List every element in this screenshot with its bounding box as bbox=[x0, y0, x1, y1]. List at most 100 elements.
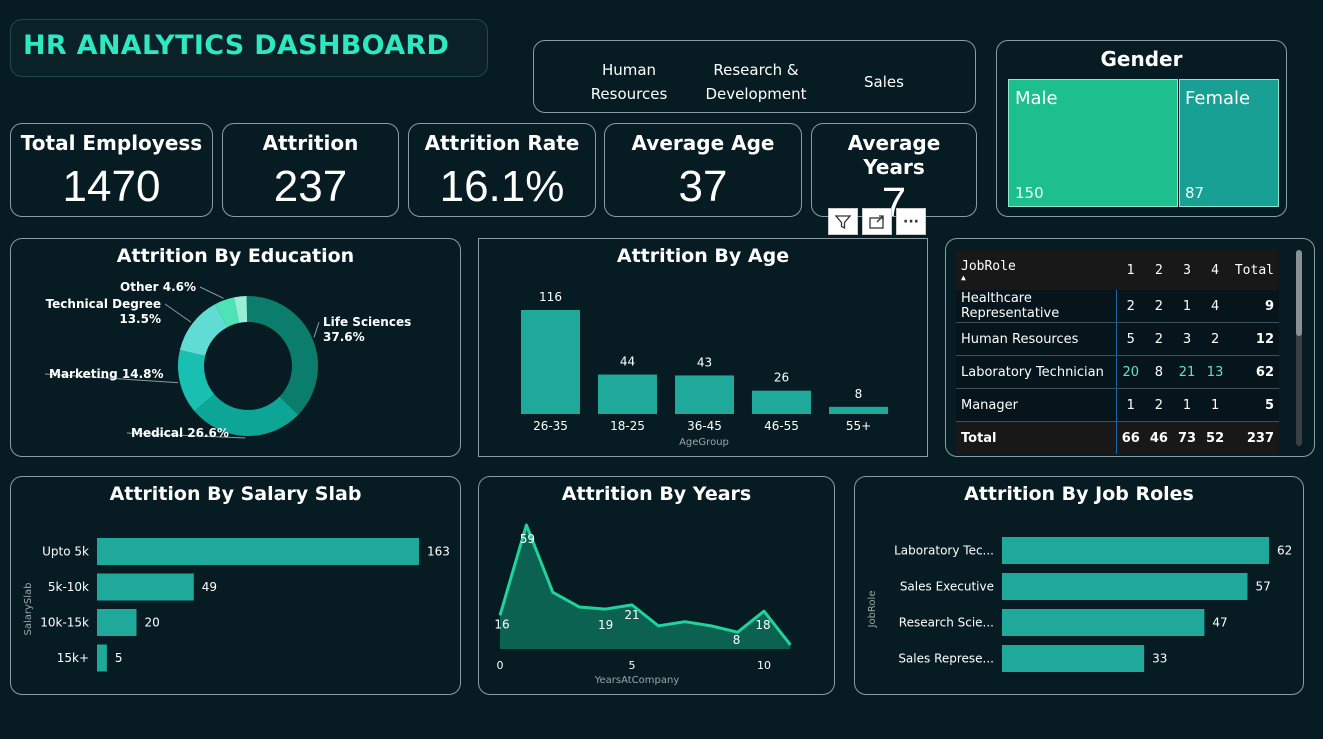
age-bar bbox=[829, 406, 888, 414]
matrix-cell: 2 bbox=[1144, 322, 1173, 356]
jobrole-category-label: Sales Executive bbox=[900, 580, 994, 594]
slicer-item-sales[interactable]: Sales bbox=[844, 70, 924, 94]
gender-male-label: Male bbox=[1015, 88, 1058, 109]
age-x-axis-label: AgeGroup bbox=[679, 437, 729, 448]
slicer-item-line: Resources bbox=[590, 85, 668, 103]
matrix-row-total: 5 bbox=[1229, 388, 1279, 422]
gender-card: Gender Male 150 Female 87 bbox=[996, 40, 1287, 217]
matrix-cell: 1 bbox=[1172, 388, 1202, 422]
matrix-total-label: Total bbox=[956, 421, 1117, 454]
matrix-cell: 1 bbox=[1116, 388, 1145, 422]
slicer-item-line: Development bbox=[705, 85, 807, 103]
donut-label: Marketing 14.8% bbox=[49, 367, 164, 381]
salary-bar-data-label: 20 bbox=[145, 616, 160, 630]
matrix-row-label: Manager bbox=[956, 388, 1117, 422]
years-x-tick-label: 10 bbox=[757, 659, 771, 672]
matrix-header-col[interactable]: 2 bbox=[1144, 250, 1173, 290]
age-x-tick-label: 18-25 bbox=[610, 419, 645, 433]
matrix-header-col[interactable]: 1 bbox=[1116, 250, 1145, 290]
age-bar bbox=[752, 390, 811, 414]
matrix-scrollbar-thumb[interactable] bbox=[1296, 250, 1302, 336]
years-area-chart: 16 59 19 21 8 18 0 5 10 YearsAtCompany bbox=[494, 523, 792, 686]
age-bar bbox=[521, 310, 580, 414]
matrix-total-cell: 46 bbox=[1144, 421, 1173, 454]
age-x-tick-label: 26-35 bbox=[533, 419, 568, 433]
slicer-item-research-development[interactable]: Research & Development bbox=[696, 58, 816, 106]
jobrole-category-label: Laboratory Tec... bbox=[894, 544, 994, 558]
jobrole-category-label: Sales Represe... bbox=[898, 652, 994, 666]
jobrole-bar-data-label: 47 bbox=[1212, 616, 1227, 630]
matrix-header-col[interactable]: 3 bbox=[1172, 250, 1202, 290]
matrix-cell: 21 bbox=[1172, 355, 1202, 389]
gender-male-value: 150 bbox=[1015, 184, 1044, 202]
jobrole-matrix: JobRole ▲ 1 2 3 4 Total Healthcare Repres… bbox=[956, 250, 1279, 454]
slicer-item-line: Human bbox=[601, 61, 657, 79]
salary-category-label: 10k-15k bbox=[40, 616, 89, 630]
years-point-label: 19 bbox=[598, 618, 613, 632]
salary-category-label: 15k+ bbox=[57, 651, 89, 665]
donut-leader-line bbox=[164, 303, 192, 323]
salary-bar bbox=[97, 538, 419, 565]
matrix-row: Manager 1 2 1 1 5 bbox=[956, 388, 1279, 422]
salary-bar-data-label: 5 bbox=[115, 651, 123, 665]
matrix-cell: 1 bbox=[1201, 388, 1230, 422]
gender-male-tile[interactable]: Male 150 bbox=[1008, 79, 1178, 207]
attrition-by-age-card: Attrition By Age 116 26-35 44 18-25 43 36-45 2… bbox=[478, 238, 928, 457]
attrition-by-years-card: Attrition By Years 16 59 19 21 8 18 0 5 10 YearsA… bbox=[478, 476, 835, 695]
donut-leader-line bbox=[313, 321, 320, 338]
attrition-by-salary-card: Attrition By Salary Slab Upto 5k 163 5k-10… bbox=[10, 476, 461, 695]
matrix-total-row: Total 66 46 73 52 237 bbox=[956, 421, 1279, 454]
matrix-row-label: Healthcare Representative bbox=[956, 290, 1117, 323]
salary-category-label: 5k-10k bbox=[48, 580, 89, 594]
salary-bar bbox=[97, 644, 107, 672]
education-donut-chart: Life Sciences37.6% Medical 26.6% Marketing… bbox=[44, 280, 411, 440]
age-bar bbox=[675, 375, 734, 414]
matrix-header-jobrole[interactable]: JobRole ▲ bbox=[956, 250, 1117, 290]
years-x-tick-label: 5 bbox=[629, 659, 636, 672]
age-bar-chart: 116 26-35 44 18-25 43 36-45 26 46-55 8 55+ AgeGrou… bbox=[521, 290, 888, 448]
kpi-value: 237 bbox=[273, 162, 348, 211]
salary-y-axis-label: SalarySlab bbox=[23, 582, 34, 635]
age-bar-data-label: 26 bbox=[774, 371, 789, 385]
more-options-icon[interactable]: ··· bbox=[896, 208, 926, 235]
kpi-label: Attrition bbox=[262, 131, 359, 155]
jobrole-bar-data-label: 33 bbox=[1152, 652, 1167, 666]
kpi-label: Total Employess bbox=[20, 131, 203, 155]
age-bar-data-label: 8 bbox=[855, 387, 863, 401]
matrix-total-cell: 66 bbox=[1116, 421, 1145, 454]
jobrole-y-axis-label: JobRole bbox=[867, 591, 878, 629]
matrix-total-cell: 73 bbox=[1172, 421, 1202, 454]
matrix-header-total[interactable]: Total bbox=[1229, 250, 1279, 290]
age-x-tick-label: 55+ bbox=[846, 419, 871, 433]
donut-label-value: 13.5% bbox=[119, 312, 161, 326]
matrix-cell: 2 bbox=[1144, 388, 1173, 422]
age-x-tick-label: 46-55 bbox=[764, 419, 799, 433]
slicer-item-line: Sales bbox=[864, 73, 904, 91]
age-bar-data-label: 43 bbox=[697, 355, 712, 369]
kpi-value: 37 bbox=[678, 162, 728, 211]
donut-leader-line bbox=[199, 286, 224, 299]
attrition-by-education-card: Attrition By Education Life Sciences 37.6… bbox=[10, 238, 461, 457]
matrix-row-total: 9 bbox=[1229, 290, 1279, 323]
kpi-average-age: Average Age 37 bbox=[604, 123, 802, 217]
matrix-cell: 2 bbox=[1201, 322, 1230, 356]
age-bar bbox=[598, 374, 657, 414]
salary-bar bbox=[97, 609, 137, 636]
matrix-scrollbar[interactable] bbox=[1296, 250, 1302, 446]
salary-bar-data-label: 163 bbox=[427, 545, 450, 559]
years-area-fill bbox=[500, 525, 791, 649]
slicer-item-human-resources[interactable]: Human Resources bbox=[574, 58, 684, 106]
matrix-total-cell: 52 bbox=[1201, 421, 1230, 454]
gender-female-tile[interactable]: Female 87 bbox=[1179, 79, 1279, 207]
matrix-row: Human Resources 5 2 3 2 12 bbox=[956, 322, 1279, 356]
matrix-header-col[interactable]: 4 bbox=[1201, 250, 1230, 290]
years-point-label: 16 bbox=[494, 617, 509, 631]
jobrole-bar-data-label: 62 bbox=[1277, 544, 1292, 558]
matrix-cell: 5 bbox=[1116, 322, 1145, 356]
kpi-value: 1470 bbox=[62, 162, 161, 211]
focus-mode-icon[interactable] bbox=[862, 208, 892, 235]
jobrole-bar bbox=[1002, 645, 1145, 672]
filter-icon[interactable] bbox=[828, 208, 858, 235]
jobrole-bar-data-label: 57 bbox=[1255, 580, 1270, 594]
matrix-row-total: 62 bbox=[1229, 355, 1279, 389]
